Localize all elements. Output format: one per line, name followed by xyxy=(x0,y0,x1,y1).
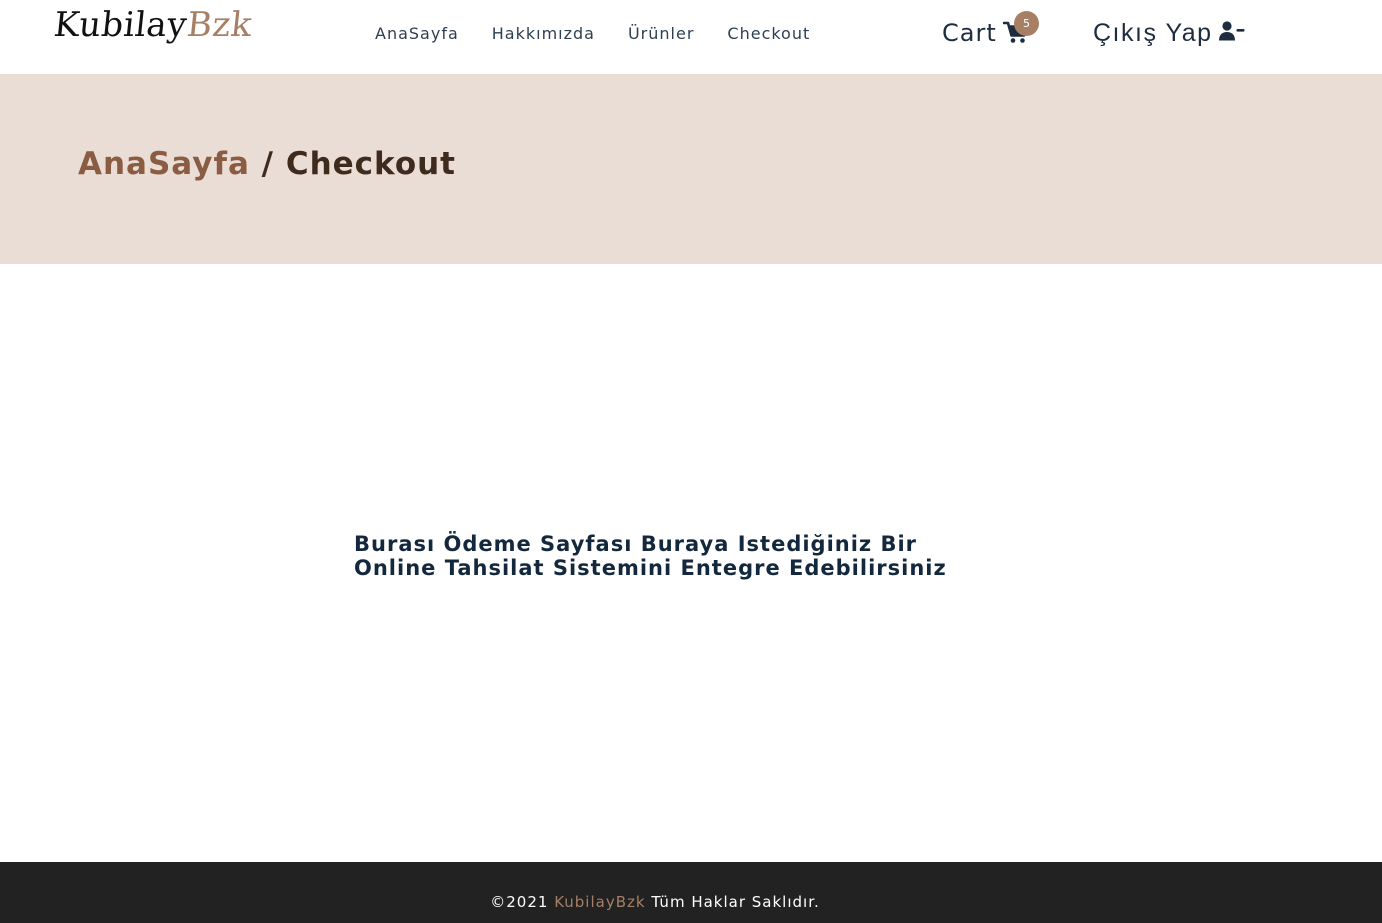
site-logo[interactable]: KubilayBzk xyxy=(52,2,255,48)
footer-brand: KubilayBzk xyxy=(554,893,646,911)
main-nav: AnaSayfa Hakkımızda Ürünler Checkout xyxy=(375,24,810,44)
logout-label: Çıkış Yap xyxy=(1093,19,1213,47)
nav-link-hakkimizda[interactable]: Hakkımızda xyxy=(492,24,595,44)
logout-button[interactable]: Çıkış Yap xyxy=(1093,18,1245,48)
breadcrumb-separator: / xyxy=(249,146,286,182)
footer-copyright: ©2021 KubilayBzk Tüm Haklar Saklıdır. xyxy=(0,892,1310,912)
cart-count-badge: 5 xyxy=(1014,11,1039,36)
nav-link-anasayfa[interactable]: AnaSayfa xyxy=(375,24,459,44)
footer-copyright-year: ©2021 xyxy=(490,893,555,911)
user-minus-icon xyxy=(1218,21,1245,45)
site-footer: ©2021 KubilayBzk Tüm Haklar Saklıdır. xyxy=(0,862,1382,923)
logo-text-accent: Bzk xyxy=(184,5,255,45)
nav-link-checkout[interactable]: Checkout xyxy=(727,24,810,44)
checkout-message: Burası Ödeme Sayfası Buraya Istediğiniz … xyxy=(354,532,947,580)
nav-link-urunler[interactable]: Ürünler xyxy=(628,24,694,44)
breadcrumb-current: Checkout xyxy=(285,146,457,182)
cart-label: Cart xyxy=(942,19,997,47)
cart-button[interactable]: Cart 5 xyxy=(942,11,1039,48)
breadcrumb-banner: AnaSayfa / Checkout xyxy=(0,74,1382,264)
breadcrumb: AnaSayfa / Checkout xyxy=(78,144,456,184)
site-header: KubilayBzk AnaSayfa Hakkımızda Ürünler C… xyxy=(0,0,1382,74)
breadcrumb-home-link[interactable]: AnaSayfa xyxy=(78,146,250,182)
logo-text-main: Kubilay xyxy=(51,5,190,45)
footer-rights: Tüm Haklar Saklıdır. xyxy=(645,893,820,911)
